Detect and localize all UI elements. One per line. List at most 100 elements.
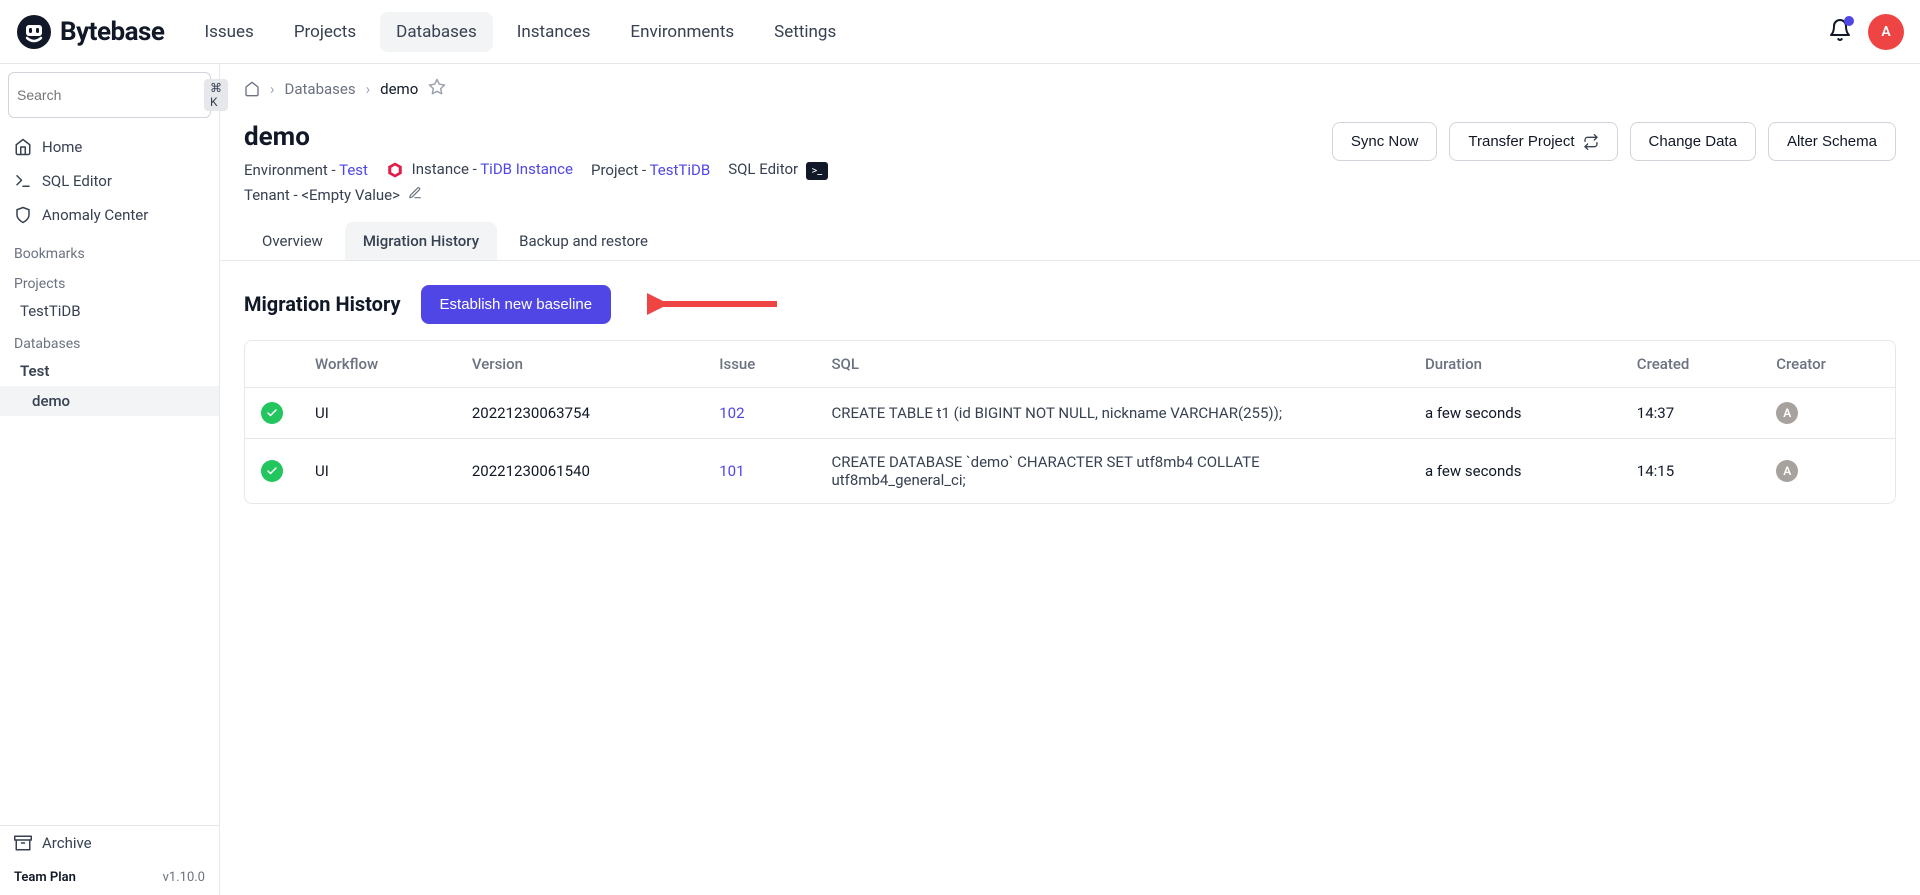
establish-baseline-button[interactable]: Establish new baseline [421,285,612,324]
breadcrumb-databases[interactable]: Databases [285,80,356,98]
tab-migration-history[interactable]: Migration History [345,222,497,260]
tidb-icon [386,161,404,179]
breadcrumb-demo[interactable]: demo [380,80,418,98]
terminal-badge-icon: >_ [806,162,828,180]
issue-link[interactable]: 101 [719,462,744,480]
change-data-button[interactable]: Change Data [1630,122,1756,161]
sidebar-home-label: Home [42,138,82,156]
version-label: v1.10.0 [163,870,205,885]
page-actions: Sync Now Transfer Project Change Data Al… [1332,122,1896,161]
col-issue: Issue [703,341,815,388]
env-label: Environment - [244,161,339,179]
col-status [245,341,299,388]
status-done-icon [261,402,283,424]
main-content: › Databases › demo demo Environment - Te… [220,64,1920,895]
cell-duration: a few seconds [1409,438,1621,503]
sidebar-env-test[interactable]: Test [0,356,219,386]
status-done-icon [261,460,283,482]
tenant-label: Tenant - [244,186,301,204]
nav-issues[interactable]: Issues [188,12,269,52]
sidebar-section-projects: Projects [0,266,219,296]
notification-dot-icon [1844,16,1854,26]
cell-duration: a few seconds [1409,388,1621,438]
brand-logo[interactable]: Bytebase [16,14,164,50]
archive-icon [14,834,32,852]
nav-databases[interactable]: Databases [380,12,493,52]
transfer-project-button[interactable]: Transfer Project [1449,122,1617,161]
plan-label: Team Plan [14,870,76,885]
sidebar-section-bookmarks: Bookmarks [0,236,219,266]
env-link[interactable]: Test [339,161,368,179]
sql-editor-link[interactable]: SQL Editor [728,160,798,178]
sidebar-footer: Team Plan v1.10.0 [0,860,219,895]
sidebar: ⌘ K Home SQL Editor Anomaly Center Bookm… [0,64,220,895]
col-workflow: Workflow [299,341,456,388]
section-header: Migration History Establish new baseline [220,261,1920,340]
creator-avatar: A [1776,460,1798,482]
breadcrumb-home-icon[interactable] [244,81,260,97]
sidebar-project-testtidb[interactable]: TestTiDB [0,296,219,326]
sidebar-archive-label: Archive [42,834,92,852]
annotation-arrow-icon [647,289,787,319]
sidebar-db-demo[interactable]: demo [0,386,219,416]
tenant-value: <Empty Value> [301,186,400,204]
cell-sql: CREATE DATABASE `demo` CHARACTER SET utf… [815,438,1409,503]
shield-icon [14,206,32,224]
nav-environments[interactable]: Environments [614,12,750,52]
chevron-right-icon: › [270,80,275,98]
page-title: demo [244,122,828,152]
project-link[interactable]: TestTiDB [650,161,711,179]
transfer-project-label: Transfer Project [1468,133,1574,150]
instance-label: Instance - [412,160,481,178]
sync-now-button[interactable]: Sync Now [1332,122,1438,161]
notifications-button[interactable] [1828,18,1852,46]
sidebar-section-databases: Databases [0,326,219,356]
nav-instances[interactable]: Instances [501,12,607,52]
sidebar-archive[interactable]: Archive [0,826,219,860]
table-row[interactable]: UI 20221230061540 101 CREATE DATABASE `d… [245,438,1895,503]
sidebar-anomaly-center[interactable]: Anomaly Center [0,198,219,232]
sidebar-sql-editor[interactable]: SQL Editor [0,164,219,198]
tab-backup-restore[interactable]: Backup and restore [501,222,666,260]
sidebar-home[interactable]: Home [0,130,219,164]
breadcrumb: › Databases › demo [220,64,1920,114]
bookmark-star-button[interactable] [428,78,446,100]
cell-version: 20221230061540 [456,438,703,503]
terminal-icon [14,172,32,190]
col-version: Version [456,341,703,388]
section-title: Migration History [244,292,401,316]
user-avatar[interactable]: A [1868,14,1904,50]
instance-link[interactable]: TiDB Instance [480,160,573,178]
nav-projects[interactable]: Projects [278,12,372,52]
cell-sql: CREATE TABLE t1 (id BIGINT NOT NULL, nic… [815,388,1409,438]
chevron-right-icon: › [366,80,371,98]
creator-avatar: A [1776,402,1798,424]
search-input[interactable] [17,87,198,103]
home-icon [14,138,32,156]
tabs: Overview Migration History Backup and re… [220,204,1920,261]
col-duration: Duration [1409,341,1621,388]
cell-created: 14:37 [1621,388,1760,438]
edit-tenant-button[interactable] [408,186,422,204]
brand-name: Bytebase [60,17,164,47]
top-nav: Issues Projects Databases Instances Envi… [188,12,852,52]
col-sql: SQL [815,341,1409,388]
bytebase-logo-icon [16,14,52,50]
migration-table: Workflow Version Issue SQL Duration Crea… [244,340,1896,504]
tab-overview[interactable]: Overview [244,222,341,260]
cell-workflow: UI [299,388,456,438]
header-right: A [1828,14,1904,50]
page-meta: Environment - Test Instance - TiDB Insta… [244,160,828,180]
nav-settings[interactable]: Settings [758,12,852,52]
sidebar-anomaly-label: Anomaly Center [42,206,148,224]
transfer-icon [1583,134,1599,150]
col-creator: Creator [1760,341,1895,388]
cell-version: 20221230063754 [456,388,703,438]
cell-created: 14:15 [1621,438,1760,503]
issue-link[interactable]: 102 [719,404,744,422]
table-row[interactable]: UI 20221230063754 102 CREATE TABLE t1 (i… [245,388,1895,438]
top-header: Bytebase Issues Projects Databases Insta… [0,0,1920,64]
search-input-wrapper[interactable]: ⌘ K [8,72,211,118]
alter-schema-button[interactable]: Alter Schema [1768,122,1896,161]
col-created: Created [1621,341,1760,388]
